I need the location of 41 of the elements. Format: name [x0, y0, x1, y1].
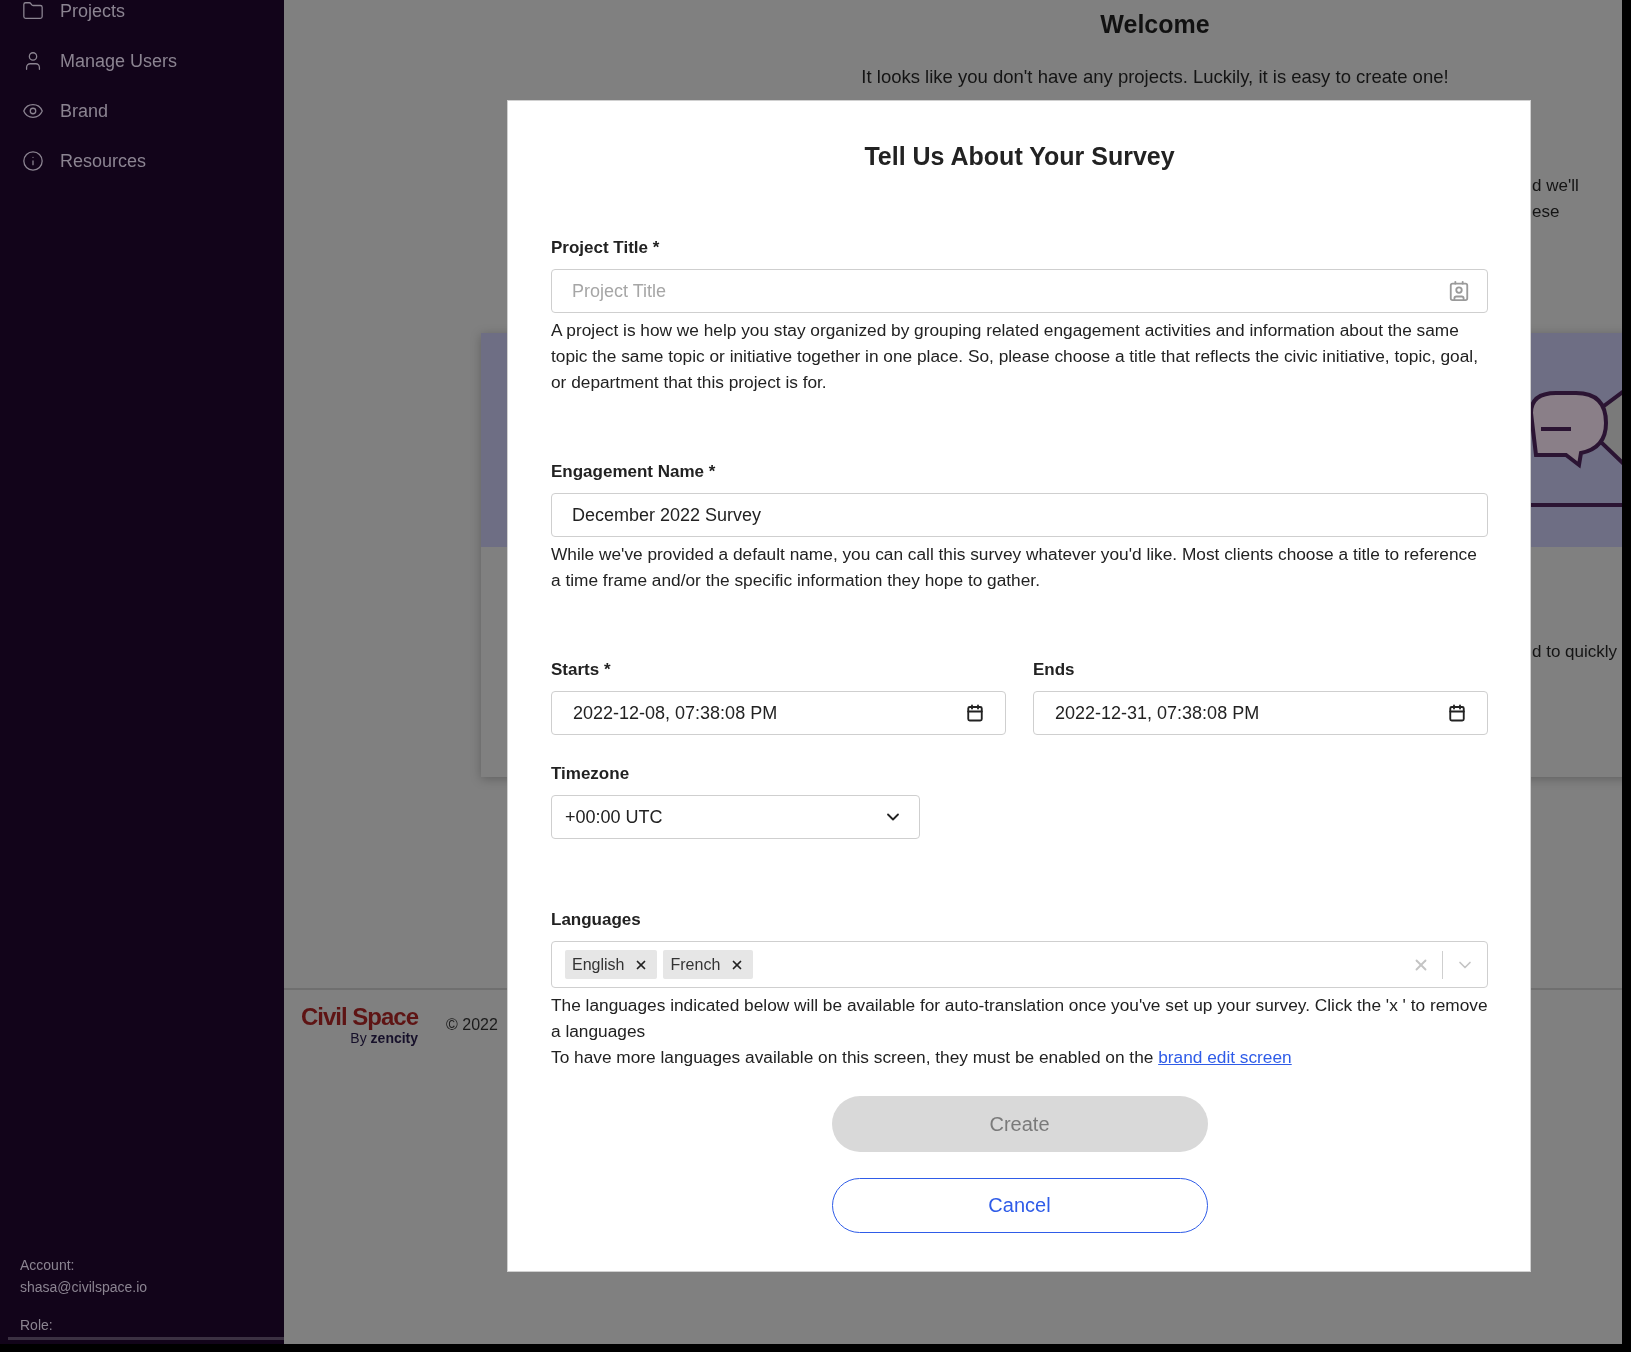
- engagement-name-field[interactable]: December 2022 Survey: [551, 493, 1488, 537]
- language-tag: French: [663, 950, 754, 979]
- sidebar-item[interactable]: Projects: [0, 0, 284, 36]
- contact-card-icon: [1448, 280, 1470, 302]
- field-label: Engagement Name *: [551, 461, 717, 483]
- date-time-field[interactable]: 2022-12-31, 07:38:08 PM: [1033, 691, 1488, 735]
- account-label: Account:: [20, 1256, 76, 1274]
- field-label: Timezone: [551, 763, 631, 785]
- calendar-icon: [1448, 704, 1466, 722]
- folder-icon: [22, 0, 44, 22]
- language-tag: English: [565, 950, 658, 979]
- page-title: Welcome: [1100, 9, 1210, 40]
- languages-select[interactable]: English French: [551, 941, 1488, 988]
- help-text: While we've provided a default name, you can call this survey whatever you'd like. Most clients choose a title to reference a time frame and/or the specific information they hope to gather.: [551, 543, 1478, 592]
- dialog-title: Tell Us About Your Survey: [863, 141, 1176, 172]
- intro-text: It looks like you don't have any projects. Luckily, it is easy to create one!: [861, 66, 1449, 88]
- date-time-field[interactable]: 2022-12-08, 07:38:08 PM: [551, 691, 1006, 735]
- help-text: The languages indicated below will be available for auto-translation once you've set up your survey. Click the 'x ' to remove a languages: [551, 994, 1488, 1043]
- timezone-select[interactable]: +00:00 UTC: [551, 795, 920, 839]
- role-label: Role:: [20, 1316, 54, 1334]
- sidebar-item[interactable]: Brand: [0, 86, 284, 136]
- scrollbar[interactable]: [8, 1337, 284, 1340]
- project-title-field[interactable]: Project Title: [551, 269, 1488, 313]
- account-email: shasa@civilspace.io: [20, 1278, 149, 1296]
- field-label: Project Title *: [551, 237, 661, 259]
- brand-edit-link[interactable]: brand edit screen: [1158, 1047, 1292, 1067]
- copyright-text: © 2022: [446, 1016, 498, 1034]
- calendar-icon: [966, 704, 984, 722]
- intro-text: d we'll: [1532, 175, 1580, 197]
- info-icon: [22, 150, 44, 172]
- sidebar-item[interactable]: Manage Users: [0, 36, 284, 86]
- field-label: Starts *: [551, 659, 612, 681]
- cancel-button[interactable]: Cancel: [831, 1178, 1208, 1233]
- sidebar-item[interactable]: Resources: [0, 136, 284, 186]
- card-text: d to quickly: [1532, 641, 1619, 663]
- help-text: A project is how we help you stay organized by grouping related engagement activities and information about the same topic the same topic or initiative together in one place. So, please choose a title that reflects the civic initiative, topic, goal, or department that this project is for.: [551, 319, 1479, 394]
- field-label: Ends: [1033, 659, 1076, 681]
- help-text: To have more languages available on this screen, they must be enabled on the brand edit screen: [551, 1046, 1293, 1069]
- field-label: Languages: [551, 909, 642, 931]
- intro-text: ese: [1532, 201, 1561, 223]
- logo: Civil Space By zencity: [301, 1004, 419, 1046]
